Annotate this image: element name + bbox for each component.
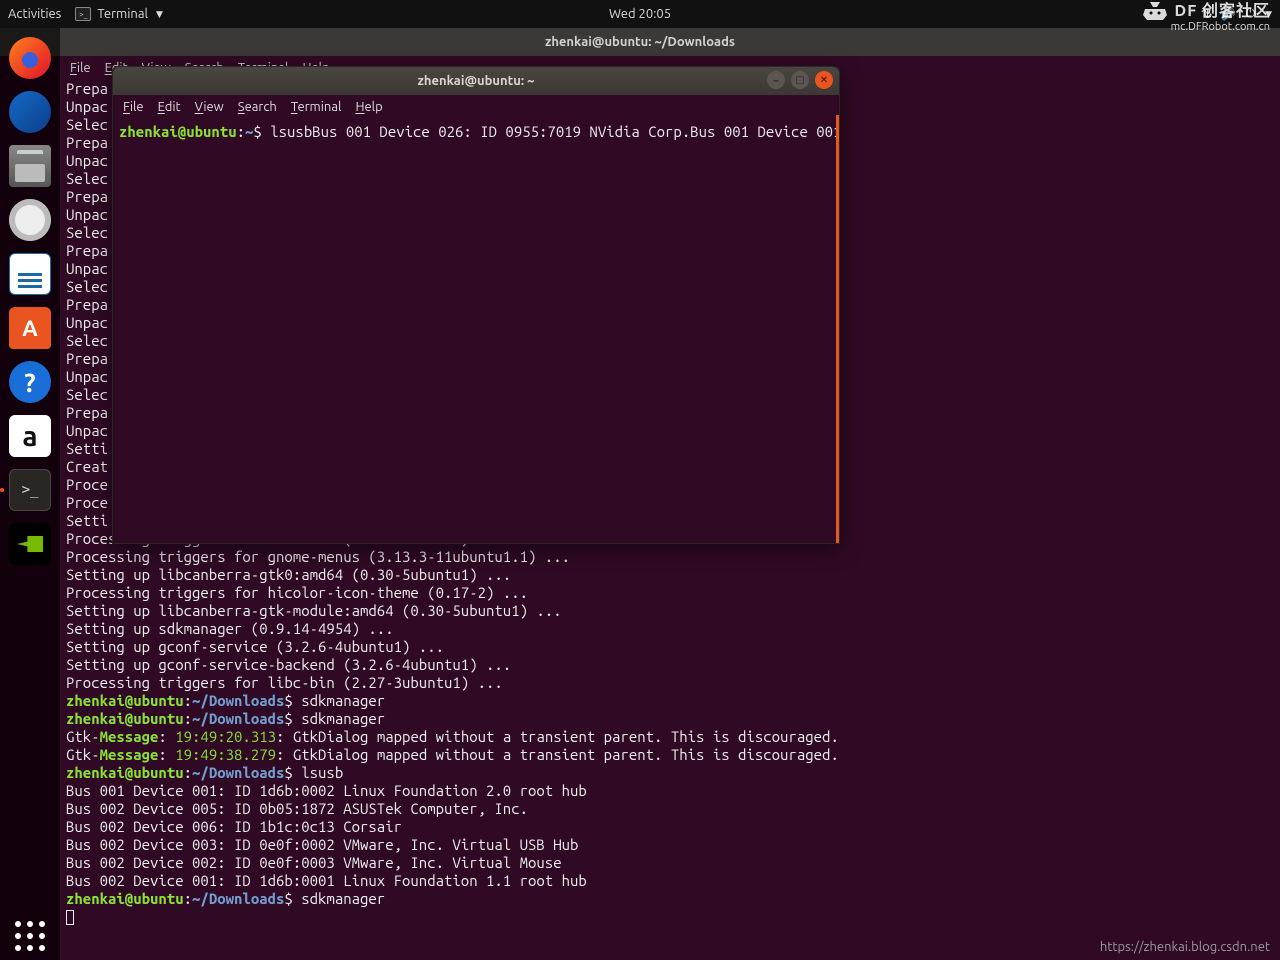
show-applications-button[interactable] (6, 912, 54, 960)
menu-help[interactable]: Help (355, 100, 382, 114)
menu-file[interactable]: File (70, 61, 91, 75)
dock-writer[interactable] (6, 250, 54, 298)
bg-window-titlebar[interactable]: zhenkai@ubuntu: ~/Downloads (0, 28, 1280, 56)
firefox-icon (9, 37, 51, 79)
gnome-top-panel: Activities >_ Terminal ▼ Wed 20:05 ⇅ 🔊 ⏻… (0, 0, 1280, 28)
menu-search[interactable]: Search (238, 100, 277, 114)
dock-nvidia[interactable] (6, 520, 54, 568)
software-icon (9, 307, 51, 349)
watermark-url: https://zhenkai.blog.csdn.net (1100, 940, 1270, 954)
dock-firefox[interactable] (6, 34, 54, 82)
watermark-top: DF 创客社区 mc.DFRobot.com.cn (1141, 0, 1270, 32)
maximize-button[interactable]: ▢ (791, 71, 809, 89)
thunderbird-icon (9, 91, 51, 133)
menu-terminal[interactable]: Terminal (291, 100, 342, 114)
dock-files[interactable] (6, 142, 54, 190)
robot-icon (1141, 0, 1169, 22)
chevron-down-icon: ▼ (156, 9, 163, 20)
dock (0, 28, 60, 960)
fg-window-titlebar[interactable]: zhenkai@ubuntu: ~ – ▢ ✕ (113, 67, 839, 95)
nvidia-icon (9, 523, 51, 565)
dock-terminal[interactable] (6, 466, 54, 514)
menu-view[interactable]: View (195, 100, 224, 114)
activities-button[interactable]: Activities (8, 7, 61, 21)
fg-window-title: zhenkai@ubuntu: ~ (418, 74, 535, 88)
app-menu-label: Terminal (97, 7, 148, 21)
files-icon (9, 145, 51, 187)
scrollbar[interactable] (836, 115, 839, 543)
dock-amazon[interactable] (6, 412, 54, 460)
terminal-icon: >_ (75, 7, 91, 21)
terminal-icon (9, 469, 51, 511)
dock-rhythmbox[interactable] (6, 196, 54, 244)
panel-clock[interactable]: Wed 20:05 (609, 7, 671, 21)
help-icon (9, 361, 51, 403)
close-button[interactable]: ✕ (815, 71, 833, 89)
fg-terminal-window[interactable]: zhenkai@ubuntu: ~ – ▢ ✕ File Edit View Sear… (112, 66, 840, 544)
rhythmbox-icon (9, 199, 51, 241)
bg-window-title: zhenkai@ubuntu: ~/Downloads (545, 35, 735, 49)
dock-thunderbird[interactable] (6, 88, 54, 136)
amazon-icon (9, 415, 51, 457)
fg-terminal-menubar: File Edit View Search Terminal Help (113, 95, 839, 119)
minimize-button[interactable]: – (767, 71, 785, 89)
dock-help[interactable] (6, 358, 54, 406)
dock-software[interactable] (6, 304, 54, 352)
menu-file[interactable]: File (123, 100, 144, 114)
app-menu[interactable]: >_ Terminal ▼ (75, 7, 163, 21)
menu-edit[interactable]: Edit (158, 100, 181, 114)
fg-terminal-output[interactable]: zhenkai@ubuntu:~$ lsusbBus 001 Device 02… (113, 119, 839, 543)
writer-icon (9, 253, 51, 295)
apps-grid-icon (15, 921, 45, 951)
